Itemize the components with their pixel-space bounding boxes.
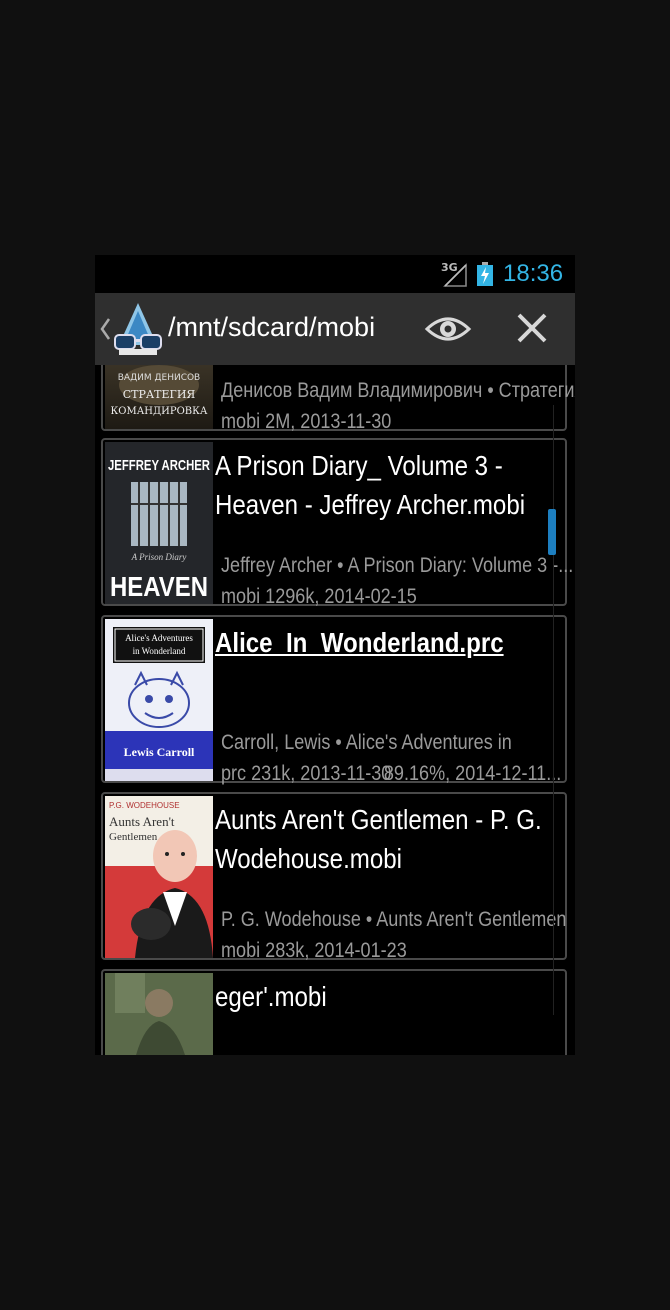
cover-text: P.G. WODEHOUSE (109, 801, 180, 810)
book-cover-image (105, 973, 213, 1055)
book-title: Aunts Aren't Gentlemen - P. G. Wodehouse… (215, 804, 542, 874)
book-info: mobi 2M, 2013-11-30 (221, 410, 392, 433)
folder-path-title: /mnt/sdcard/mobi (168, 312, 376, 342)
book-meta: Carroll, Lewis • Alice's Adventures in (221, 731, 512, 754)
book-title: Alice_In_Wonderland.prc (215, 627, 504, 658)
network-label: 3G (441, 261, 458, 274)
clock: 18:36 (503, 260, 564, 287)
cover-text: СТРАТЕГИЯ (123, 388, 196, 401)
cover-text: ВАДИМ ДЕНИСОВ (118, 373, 200, 383)
book-item[interactable]: JEFFREY ARCHER A Prison Diary HEAVEN A P… (101, 438, 574, 608)
network-3g-icon: 3G (441, 261, 467, 287)
eye-icon[interactable] (423, 307, 473, 351)
cover-text: in Wonderland (133, 646, 186, 656)
book-meta: P. G. Wodehouse • Aunts Aren't Gentlemen (221, 908, 567, 931)
book-meta: Денисов Вадим Владимирович • Стратегия..… (221, 379, 575, 402)
cover-text: HEAVEN (110, 571, 208, 602)
book-info: mobi 1296k, 2014-02-15 (221, 585, 417, 608)
book-item[interactable]: eger'.mobi (101, 969, 567, 1055)
status-bar: 3G 18:36 (95, 255, 575, 293)
book-title: eger'.mobi (215, 981, 327, 1012)
cover-text: A Prison Diary (131, 552, 187, 562)
book-cover-image: P.G. WODEHOUSE Aunts Aren't Gentlemen (105, 796, 213, 958)
cover-text: JEFFREY ARCHER (108, 457, 210, 474)
book-item[interactable]: ВАДИМ ДЕНИСОВ СТРАТЕГИЯ КОМАНДИРОВКА Ден… (101, 365, 575, 433)
book-list[interactable]: ВАДИМ ДЕНИСОВ СТРАТЕГИЯ КОМАНДИРОВКА Ден… (95, 365, 575, 1055)
cover-text: КОМАНДИРОВКА (111, 406, 208, 417)
cover-text: Aunts Aren't (109, 814, 175, 829)
book-info: mobi 283k, 2014-01-23 (221, 939, 407, 962)
book-cover-image: JEFFREY ARCHER A Prison Diary HEAVEN (105, 442, 213, 604)
reading-progress: 89.16%, 2014-12-11... (383, 762, 561, 785)
cover-text: Gentlemen (109, 831, 158, 843)
scrollbar-thumb[interactable] (548, 509, 556, 555)
action-bar: /mnt/sdcard/mobi (95, 293, 575, 365)
phone-screen: 3G 18:36 /mnt/sdcard/mobi ВАДИМ ДЕНИСОВ … (95, 255, 575, 1055)
book-cover-image: Alice's Adventures in Wonderland Lewis C… (105, 619, 213, 781)
cover-text: Lewis Carroll (124, 745, 195, 759)
back-caret-icon[interactable] (99, 315, 111, 343)
book-title: A Prison Diary_ Volume 3 - Heaven - Jeff… (215, 450, 526, 520)
battery-charging-icon (477, 262, 493, 286)
book-cover-image: ВАДИМ ДЕНИСОВ СТРАТЕГИЯ КОМАНДИРОВКА (105, 365, 213, 429)
scrollbar-track (553, 405, 554, 1015)
book-item[interactable]: P.G. WODEHOUSE Aunts Aren't Gentlemen Au… (101, 792, 567, 962)
close-icon[interactable] (509, 307, 555, 351)
cover-text: Alice's Adventures (125, 633, 193, 643)
book-item[interactable]: Alice's Adventures in Wonderland Lewis C… (101, 615, 567, 785)
book-meta: Jeffrey Archer • A Prison Diary: Volume … (221, 554, 574, 577)
reader-app-icon[interactable] (113, 301, 163, 357)
